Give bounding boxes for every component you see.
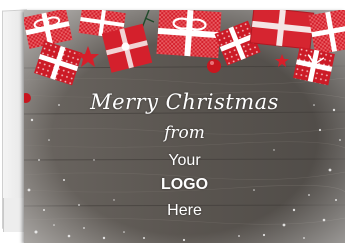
card-back-edge <box>3 198 26 232</box>
card-artwork <box>24 10 345 243</box>
card-front: Merry Christmas from Your LOGO Here <box>24 10 345 243</box>
gift-box-7 <box>249 10 315 50</box>
red-ornament-ball <box>207 59 221 73</box>
christmas-card-scene: Merry Christmas from Your LOGO Here <box>0 0 345 243</box>
gift-box-5 <box>156 10 222 59</box>
